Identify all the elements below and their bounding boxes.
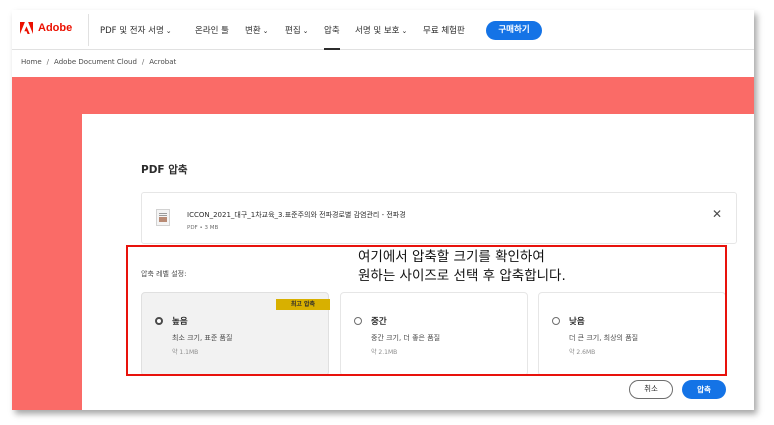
nav-item-online-tools[interactable]: 온라인 툴 (195, 24, 229, 36)
breadcrumb: Home / Adobe Document Cloud / Acrobat (21, 58, 176, 66)
chevron-down-icon: ⌄ (262, 27, 269, 35)
annotation-line-2: 원하는 사이즈로 선택 후 압축합니다. (358, 268, 566, 284)
file-thumbnail-icon (156, 209, 170, 226)
chevron-down-icon: ⌄ (302, 27, 309, 35)
nav-item-pdf-esign[interactable]: PDF 및 전자 서명 ⌄ (100, 24, 172, 36)
buy-button[interactable]: 구매하기 (486, 21, 542, 40)
nav-item-edit[interactable]: 편집 ⌄ (285, 24, 309, 36)
nav-item-label: 서명 및 보호 (355, 26, 400, 36)
page-title: PDF 압축 (141, 164, 188, 176)
cancel-button[interactable]: 취소 (629, 380, 673, 399)
chevron-down-icon: ⌄ (401, 27, 408, 35)
chevron-down-icon: ⌄ (165, 27, 172, 35)
nav-item-label: 무료 체험판 (423, 26, 465, 36)
nav-item-convert[interactable]: 변환 ⌄ (245, 24, 269, 36)
breadcrumb-home[interactable]: Home (21, 58, 42, 66)
nav-item-label: 온라인 툴 (195, 26, 229, 36)
nav-item-label: 편집 (285, 26, 301, 36)
nav-item-label: 압축 (324, 26, 340, 36)
annotation-line-1: 여기에서 압축할 크기를 확인하여 (358, 249, 545, 265)
annotation-note: 여기에서 압축할 크기를 확인하여 원하는 사이즈로 선택 후 압축합니다. (356, 248, 568, 286)
nav-item-free-trial[interactable]: 무료 체험판 (423, 24, 465, 36)
breadcrumb-separator: / (46, 58, 50, 66)
nav-divider (88, 14, 89, 46)
file-meta: PDF • 3 MB (187, 225, 219, 231)
compress-button[interactable]: 압축 (682, 380, 726, 399)
nav-item-compress[interactable]: 압축 (324, 24, 340, 50)
selected-file: ICCON_2021_대구_1차교육_3.표준주의와 전파경로별 감염관리 - … (141, 192, 737, 244)
brand-name: Adobe (38, 22, 73, 34)
nav-item-label: 변환 (245, 26, 261, 36)
adobe-logo[interactable]: Adobe (20, 22, 72, 34)
nav-item-sign-protect[interactable]: 서명 및 보호 ⌄ (355, 24, 407, 36)
breadcrumb-document-cloud[interactable]: Adobe Document Cloud (54, 58, 137, 66)
file-name: ICCON_2021_대구_1차교육_3.표준주의와 전파경로별 감염관리 - … (187, 211, 406, 219)
nav-item-label: PDF 및 전자 서명 (100, 26, 164, 36)
breadcrumb-acrobat[interactable]: Acrobat (149, 58, 176, 66)
breadcrumb-separator: / (141, 58, 145, 66)
close-icon[interactable]: ✕ (712, 207, 722, 221)
adobe-logo-icon (20, 22, 33, 34)
top-navigation: Adobe PDF 및 전자 서명 ⌄ 온라인 툴 변환 ⌄ 편집 ⌄ 압축 서명 및… (12, 10, 754, 50)
